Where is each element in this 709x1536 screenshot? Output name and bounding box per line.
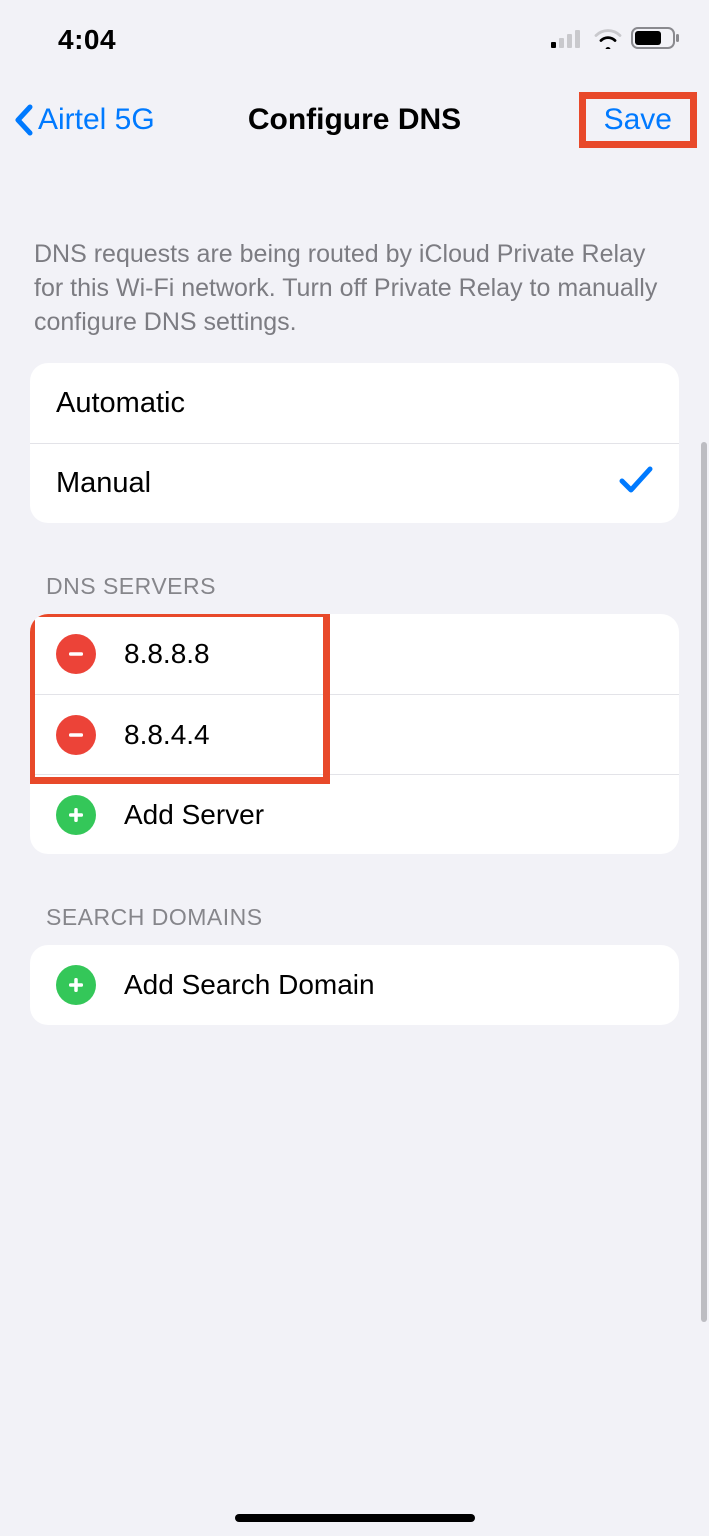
search-domains-header: SEARCH DOMAINS xyxy=(0,854,709,945)
dns-servers-header: DNS SERVERS xyxy=(0,523,709,614)
status-icons xyxy=(551,26,681,55)
add-search-domain-label: Add Search Domain xyxy=(124,969,653,1001)
checkmark-icon xyxy=(619,465,653,503)
add-icon xyxy=(56,795,96,835)
mode-automatic-row[interactable]: Automatic xyxy=(30,363,679,443)
dns-servers-group: 8.8.8.8 8.8.4.4 Add Server xyxy=(30,614,679,854)
battery-icon xyxy=(631,26,681,55)
home-indicator[interactable] xyxy=(235,1514,475,1522)
scroll-indicator[interactable] xyxy=(701,442,707,1322)
back-button[interactable]: Airtel 5G xyxy=(12,103,155,137)
chevron-left-icon xyxy=(12,103,36,137)
delete-icon[interactable] xyxy=(56,634,96,674)
mode-manual-label: Manual xyxy=(56,467,619,500)
dns-server-value: 8.8.8.8 xyxy=(124,638,653,670)
add-icon xyxy=(56,965,96,1005)
add-server-label: Add Server xyxy=(124,799,653,831)
status-time: 4:04 xyxy=(28,24,116,56)
mode-automatic-label: Automatic xyxy=(56,387,653,420)
annotation-save-highlight: Save xyxy=(579,92,697,148)
search-domains-group: Add Search Domain xyxy=(30,945,679,1025)
wifi-icon xyxy=(593,27,623,54)
dns-mode-group: Automatic Manual xyxy=(30,363,679,523)
back-label: Airtel 5G xyxy=(38,103,155,137)
nav-bar: Airtel 5G Configure DNS Save xyxy=(0,62,709,166)
dns-server-row[interactable]: 8.8.4.4 xyxy=(30,694,679,774)
info-text: DNS requests are being routed by iCloud … xyxy=(0,166,709,363)
status-bar: 4:04 xyxy=(0,0,709,62)
cellular-signal-icon xyxy=(551,28,585,53)
add-server-row[interactable]: Add Server xyxy=(30,774,679,854)
dns-server-value: 8.8.4.4 xyxy=(124,719,653,751)
add-search-domain-row[interactable]: Add Search Domain xyxy=(30,945,679,1025)
save-button[interactable]: Save xyxy=(594,99,682,140)
delete-icon[interactable] xyxy=(56,715,96,755)
mode-manual-row[interactable]: Manual xyxy=(30,443,679,523)
dns-server-row[interactable]: 8.8.8.8 xyxy=(30,614,679,694)
